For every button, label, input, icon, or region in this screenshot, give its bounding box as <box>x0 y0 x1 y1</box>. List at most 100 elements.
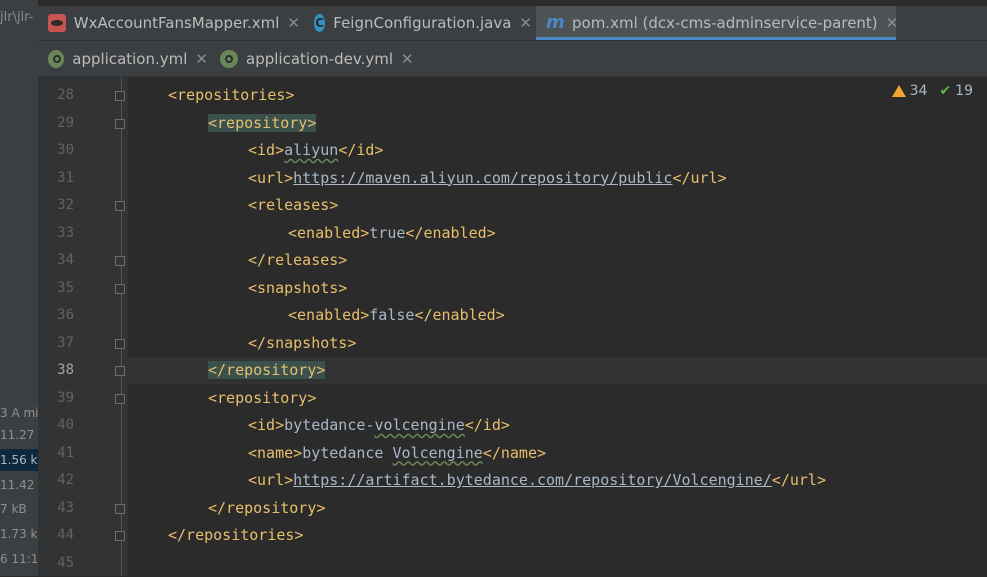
line-number: 36 <box>57 307 74 323</box>
code-line[interactable]: <id>aliyun</id> <box>248 137 383 164</box>
maven-icon: m <box>546 12 565 33</box>
class-icon: C <box>314 14 326 32</box>
line-number: 44 <box>57 527 74 543</box>
code-line[interactable]: <enabled>false</enabled> <box>288 302 505 329</box>
line-number: 34 <box>57 252 74 268</box>
code-line[interactable]: </releases> <box>248 247 347 274</box>
xml-tag: </snapshots> <box>248 333 357 352</box>
line-number: 31 <box>57 169 74 186</box>
xml-tag: <snapshots> <box>248 278 348 297</box>
line-number: 29 <box>57 114 74 131</box>
editor-tab[interactable]: m pom.xml (dcx-cms-adminservice-parent) ✕ <box>536 6 899 40</box>
xml-tag: <id> <box>248 141 285 159</box>
tag-value: Volcengine <box>392 443 483 462</box>
fold-marker-icon[interactable] <box>115 91 125 101</box>
project-path-text: jlr\jlr- <box>0 10 34 25</box>
xml-tag: </url> <box>672 168 727 187</box>
close-icon[interactable]: ✕ <box>195 50 208 68</box>
code-line[interactable]: <url>https://artifact.bytedance.com/repo… <box>248 467 826 494</box>
xml-tag: <repositories> <box>168 86 295 104</box>
project-file-size[interactable]: 3 A mi <box>0 402 38 424</box>
project-file-size[interactable]: 6 11:1 <box>0 548 38 570</box>
warning-count: 34 <box>909 83 928 99</box>
check-icon: ✔ <box>939 83 952 99</box>
code-line[interactable]: <snapshots> <box>248 275 347 302</box>
fold-marker-icon[interactable] <box>115 366 125 376</box>
code-line[interactable]: <id>bytedance-volcengine</id> <box>248 412 510 439</box>
line-number: 45 <box>57 554 74 571</box>
xml-tag: </enabled> <box>414 306 505 324</box>
line-number: 35 <box>57 279 74 296</box>
xml-tag: <url> <box>248 168 294 187</box>
editor-tab[interactable]: C FeignConfiguration.java ✕ <box>304 6 532 40</box>
xml-tag: </enabled> <box>405 223 496 242</box>
xml-tag: <repository> <box>208 113 317 132</box>
code-line[interactable]: <releases> <box>248 192 338 219</box>
line-number: 37 <box>57 334 74 351</box>
code-line[interactable]: </snapshots> <box>248 330 356 357</box>
code-line[interactable]: </repository> <box>208 495 325 522</box>
editor-tab-row-2: application.yml ✕ application-dev.yml ✕ <box>38 41 987 77</box>
warning-icon <box>891 85 906 97</box>
fold-marker-icon[interactable] <box>115 283 125 294</box>
xml-tag: <enabled> <box>288 223 370 242</box>
tag-value: true <box>369 223 406 242</box>
xml-icon <box>48 14 66 32</box>
project-file-size[interactable]: 11.27 <box>0 424 38 446</box>
editor-tab[interactable]: application-dev.yml ✕ <box>210 41 420 76</box>
fold-guide <box>121 77 122 576</box>
tag-value: bytedance- <box>284 416 375 434</box>
fold-marker-icon[interactable] <box>115 503 125 514</box>
fold-marker-icon[interactable] <box>115 393 125 404</box>
code-line[interactable]: <repositories> <box>168 82 294 109</box>
close-icon[interactable]: ✕ <box>287 14 300 32</box>
line-number: 40 <box>57 417 74 433</box>
xml-tag: <url> <box>248 471 294 489</box>
fold-marker-icon[interactable] <box>115 256 125 266</box>
project-file-size[interactable]: 1.73 kl <box>0 523 38 545</box>
xml-tag: <releases> <box>248 196 339 214</box>
close-icon[interactable]: ✕ <box>519 14 532 32</box>
spring-yml-icon <box>220 49 238 68</box>
tab-label: pom.xml (dcx-cms-adminservice-parent) <box>572 14 878 32</box>
code-editor[interactable]: 28 <repositories> 29 <repository> 30 <id>aliy… <box>38 77 987 576</box>
editor-tab[interactable]: WxAccountFansMapper.xml ✕ <box>38 6 300 40</box>
line-number: 41 <box>57 444 74 461</box>
tab-label: WxAccountFansMapper.xml <box>73 14 280 32</box>
xml-tag: </releases> <box>248 251 348 269</box>
xml-tag: </name> <box>482 443 547 462</box>
project-file-size[interactable]: 11.42 <box>0 474 38 496</box>
xml-tag: <repository> <box>208 388 317 407</box>
xml-tag: <id> <box>248 416 285 434</box>
editor-tab-row-1: WxAccountFansMapper.xml ✕ C FeignConfigurat… <box>38 6 987 41</box>
project-file-size[interactable]: 7 kB <box>0 498 38 520</box>
xml-tag: <name> <box>248 443 303 462</box>
line-number: 43 <box>57 499 74 516</box>
code-line[interactable]: <enabled>true</enabled> <box>288 220 496 247</box>
code-line[interactable]: <repository> <box>208 385 316 412</box>
line-number: 33 <box>57 224 74 241</box>
close-icon[interactable]: ✕ <box>401 50 414 68</box>
code-line[interactable]: </repositories> <box>168 522 303 549</box>
code-line[interactable]: <url>https://maven.aliyun.com/repository… <box>248 165 727 192</box>
tag-value: aliyun <box>284 141 339 159</box>
code-line[interactable]: <name>bytedance Volcengine</name> <box>248 440 546 467</box>
line-number: 39 <box>57 389 74 406</box>
line-number: 30 <box>57 142 74 158</box>
editor-tab[interactable]: application.yml ✕ <box>38 41 208 76</box>
fold-marker-icon[interactable] <box>115 201 125 211</box>
url-text: https://artifact.bytedance.com/repositor… <box>293 471 772 489</box>
project-panel-strip: jlr\jlr- 3 A mi 11.27 1.56 k 11.42 7 kB 1.73 … <box>0 0 39 576</box>
fold-marker-icon[interactable] <box>115 531 125 541</box>
inspection-widget[interactable]: 34 ✔ 19 <box>891 83 973 99</box>
close-icon[interactable]: ✕ <box>886 14 899 32</box>
code-line[interactable]: </repository> <box>208 357 326 384</box>
xml-tag: <enabled> <box>288 306 370 324</box>
line-number: 38 <box>57 362 74 378</box>
xml-tag: </url> <box>771 471 826 489</box>
fold-marker-icon[interactable] <box>115 118 125 129</box>
code-line[interactable]: <repository> <box>208 110 317 137</box>
tag-value: false <box>369 306 415 324</box>
project-file-size[interactable]: 1.56 k <box>0 449 38 471</box>
fold-marker-icon[interactable] <box>115 338 125 349</box>
